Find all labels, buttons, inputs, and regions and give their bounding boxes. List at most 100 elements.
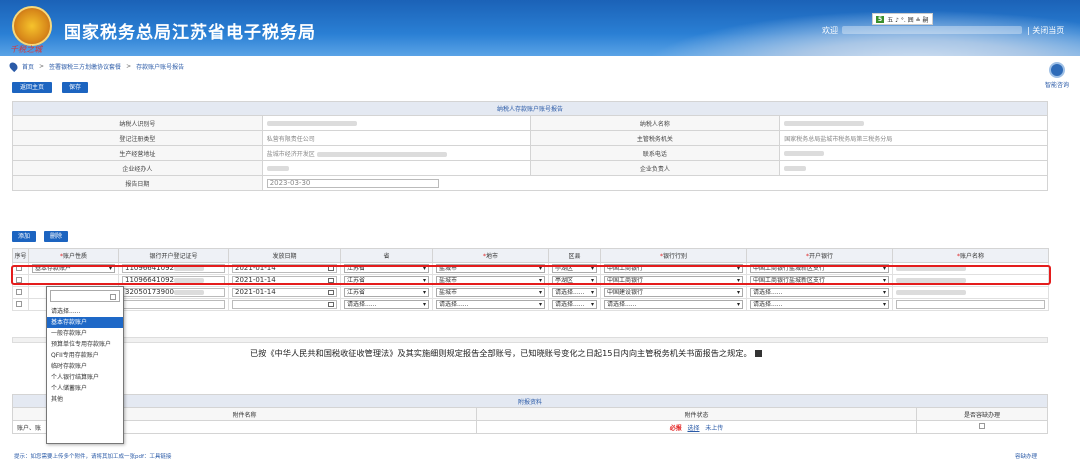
declaration-text: 已按《中华人民共和国税收征收管理法》及其实施细则规定报告全部账号，已知晓账号变化… — [250, 347, 762, 359]
highlight-annotation — [11, 265, 1051, 285]
optional-processing-link[interactable]: 容缺办理 — [1015, 452, 1037, 460]
dropdown-option[interactable]: 预算单位专用存款账户 — [47, 339, 123, 350]
dropdown-search-input[interactable] — [50, 290, 120, 302]
bank-branch-select[interactable]: 请选择...... — [750, 300, 889, 309]
dropdown-option[interactable]: 一般存款账户 — [47, 328, 123, 339]
county-select[interactable]: 请选择...... — [552, 300, 597, 309]
col-header-province: 省 — [340, 248, 433, 263]
emblem-caption: 千税之城 — [10, 45, 42, 54]
close-page-label: 关闭当页 — [1032, 26, 1065, 35]
calendar-icon — [328, 290, 334, 295]
required-badge: 必报 — [669, 424, 682, 432]
account-name-input[interactable] — [896, 300, 1045, 309]
tool-logo-icon: 5 — [876, 15, 885, 23]
dropdown-option[interactable]: QFII专用存款账户 — [47, 350, 123, 361]
value-tax-authority: 国家税务总局盐城市税务局第三税务分局 — [779, 130, 1048, 146]
attachments-title: 附报资料 — [12, 394, 1048, 408]
col-header-bank-branch: *开户银行 — [746, 248, 893, 263]
breadcrumb: 首页 > 签署银税三方划缴协议套餐 > 存款账户账号报告 — [7, 60, 185, 73]
table-row: 32050173900 2021-01-14 江苏省 盐城市 请选择......… — [12, 286, 1049, 299]
value-taxpayer-name — [779, 115, 1048, 131]
value-handler — [261, 160, 531, 176]
reg-no-input[interactable] — [122, 300, 225, 309]
col-header-account-type: *账户性质 — [28, 248, 119, 263]
label-tax-authority: 主管税务机关 — [529, 130, 781, 146]
toolbar-widget[interactable]: 5 五 ♪ °. 囲 ≗ 嗣 — [872, 13, 933, 25]
location-pin-icon — [7, 60, 20, 73]
label-taxpayer-id: 纳税人识别号 — [12, 115, 263, 131]
breadcrumb-separator: > — [126, 63, 132, 70]
info-table-title: 纳税人存款账户账号报告 — [12, 101, 1048, 116]
dropdown-option[interactable]: 临时存款账户 — [47, 361, 123, 372]
upload-tip: 提示：如您需要上传多个附件，请将其加工成一张pdf：工具链接 — [14, 454, 172, 460]
save-button[interactable]: 保存 — [62, 82, 88, 93]
breadcrumb-home[interactable]: 首页 — [22, 62, 34, 71]
user-name-redacted — [842, 26, 1022, 34]
tool-icons[interactable]: 五 ♪ °. 囲 ≗ 嗣 — [887, 15, 928, 24]
report-date-input[interactable]: 2023-03-30 — [266, 178, 439, 188]
dropdown-option[interactable]: 个人储蓄账户 — [47, 383, 123, 394]
row-checkbox[interactable] — [16, 288, 22, 295]
value-principal — [779, 160, 1048, 176]
label-report-date: 报告日期 — [12, 175, 263, 191]
smart-consult-label: 智能咨询 — [1044, 82, 1069, 89]
declaration-checkbox[interactable] — [754, 350, 762, 357]
col-header-account-name: *账户名称 — [892, 248, 1049, 263]
county-select[interactable]: 请选择...... — [552, 288, 597, 297]
delete-row-button[interactable]: 删除 — [44, 231, 68, 242]
dropdown-option-selected[interactable]: 基本存款账户 — [47, 317, 123, 328]
label-handler: 企业经办人 — [12, 160, 263, 176]
add-row-button[interactable]: 添加 — [12, 231, 36, 242]
bank-type-select[interactable]: 中国建设银行 — [604, 288, 743, 297]
site-header: 千税之城 国家税务总局江苏省电子税务局 5 五 ♪ °. 囲 ≗ 嗣 欢迎 | … — [0, 0, 1080, 56]
bank-type-select[interactable]: 请选择...... — [604, 300, 743, 309]
reg-no-input[interactable]: 32050173900 — [122, 288, 225, 297]
declaration-label: 已按《中华人民共和国税收征收管理法》及其实施细则规定报告全部账号，已知晓账号变化… — [250, 348, 752, 358]
breadcrumb-current: 存款账户账号报告 — [136, 64, 185, 71]
col-header-issue-date: 发放日期 — [228, 248, 341, 263]
breadcrumb-separator: > — [39, 63, 45, 70]
value-taxpayer-id — [261, 115, 531, 131]
horizontal-scrollbar[interactable] — [12, 337, 1048, 343]
bank-branch-select[interactable]: 请选择...... — [750, 288, 889, 297]
smart-consult-button[interactable]: 智能咨询 — [1042, 62, 1072, 89]
account-type-dropdown: 请选择...... 基本存款账户 一般存款账户 预算单位专用存款账户 QFII专… — [46, 286, 124, 444]
site-title: 国家税务总局江苏省电子税务局 — [64, 23, 316, 43]
report-date-cell: 2023-03-30 — [261, 175, 1049, 191]
col-header-optional: 是否容缺办理 — [916, 407, 1048, 421]
dropdown-option[interactable]: 请选择...... — [47, 306, 123, 317]
attachments-table: 附报资料 附件名称 附件状态 是否容缺办理 账户、账 必报 选择 未上传 — [12, 394, 1048, 434]
upload-status: 未上传 — [705, 424, 724, 432]
col-header-bank-type: *银行行别 — [600, 248, 747, 263]
col-header-county: 区县 — [548, 248, 601, 263]
optional-checkbox[interactable] — [979, 423, 985, 429]
table-row: 账户、账 必报 选择 未上传 — [12, 420, 1048, 434]
select-file-link[interactable]: 选择 — [687, 425, 699, 432]
row-checkbox[interactable] — [16, 300, 22, 307]
label-registration-type: 登记注册类型 — [12, 130, 263, 146]
province-select[interactable]: 请选择...... — [344, 300, 429, 309]
label-phone: 联系电话 — [529, 145, 781, 161]
city-select[interactable]: 请选择...... — [436, 300, 545, 309]
col-header-reg-no: 银行开户登记证号 — [118, 248, 229, 263]
attachment-status: 必报 选择 未上传 — [476, 420, 917, 434]
label-address: 生产经营地址 — [12, 145, 263, 161]
city-select[interactable]: 盐城市 — [436, 288, 545, 297]
table-row: 请选择...... 请选择...... 请选择...... 请选择...... … — [12, 298, 1049, 311]
label-principal: 企业负责人 — [529, 160, 781, 176]
back-home-button[interactable]: 返回主页 — [12, 82, 52, 93]
province-select[interactable]: 江苏省 — [344, 288, 429, 297]
issue-date-input[interactable]: 2021-01-14 — [232, 288, 337, 297]
value-address: 盐城市经济开发区 — [261, 145, 531, 161]
close-page-link[interactable]: | 关闭当页 — [1027, 25, 1064, 36]
breadcrumb-package[interactable]: 签署银税三方划缴协议套餐 — [49, 62, 121, 71]
issue-date-input[interactable] — [232, 300, 337, 309]
col-header-index: 序号 — [12, 248, 29, 263]
dropdown-option[interactable]: 个人银行结算账户 — [47, 372, 123, 383]
taxpayer-info-table: 纳税人存款账户账号报告 纳税人识别号 纳税人名称 登记注册类型 私营有限责任公司… — [12, 101, 1049, 191]
address-text: 盐城市经济开发区 — [266, 150, 315, 158]
dropdown-option[interactable]: 其他 — [47, 394, 123, 405]
col-header-city: *地市 — [432, 248, 549, 263]
value-phone — [779, 145, 1048, 161]
value-registration-type: 私营有限责任公司 — [261, 130, 531, 146]
